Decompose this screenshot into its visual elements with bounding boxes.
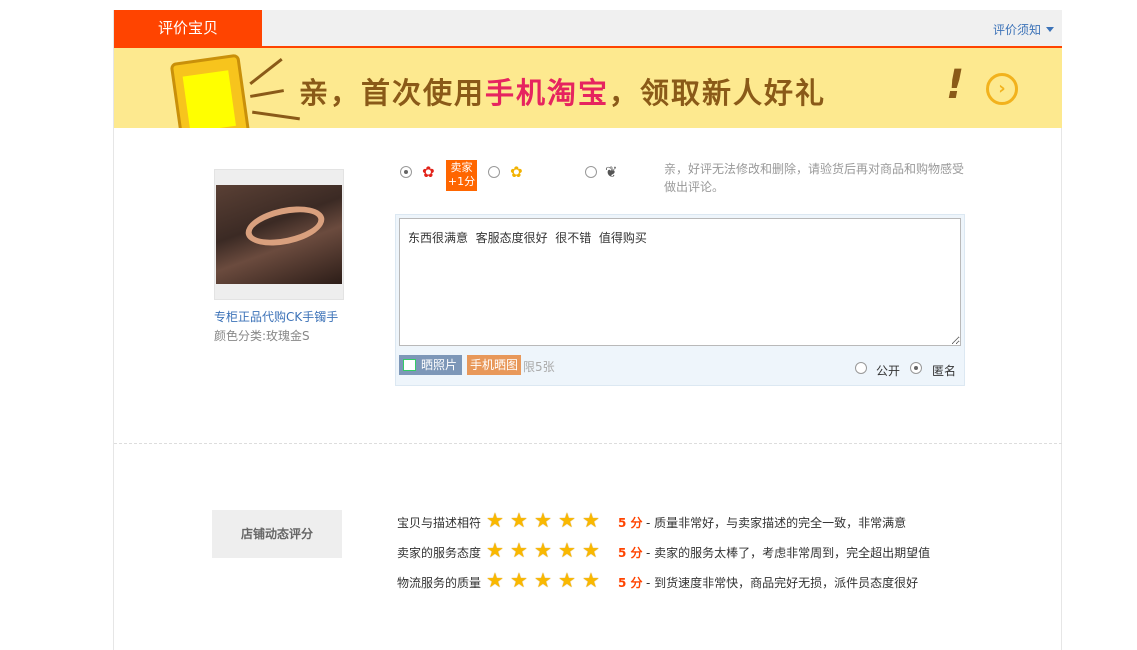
photo-limit: 限5张 [523,360,555,374]
promo-banner[interactable]: 亲，首次使用手机淘宝，领取新人好礼 ! › [114,48,1062,128]
public-radio[interactable] [855,362,867,374]
star-icon[interactable]: ★ [558,510,578,530]
banner-text: 亲，首次使用手机淘宝，领取新人好礼 [299,70,826,112]
chevron-down-icon [1046,27,1054,32]
star-icon[interactable]: ★ [486,570,506,590]
star-icon[interactable]: ★ [582,510,602,530]
dsr-score: 5 分 [618,516,643,530]
mobile-photo-button[interactable]: 手机晒图 [467,355,522,375]
ray-decoration [252,110,300,121]
section-divider [114,443,1062,444]
review-editor: 东西很满意 客服态度很好 很不错 值得购买 晒照片 手机晒图 限5张 公开 匿名 [395,214,965,386]
star-icon[interactable]: ★ [534,570,554,590]
dsr-score: 5 分 [618,546,643,560]
seller-plus-one-badge: 卖家 +1分 [446,160,477,191]
rating-neutral-radio[interactable] [488,166,500,178]
banner-text-after: ，领取新人好礼 [609,76,827,110]
product-name-link[interactable]: 专柜正品代购CK手镯手 [214,308,338,325]
neutral-flower-icon: ✿ [510,163,523,181]
review-tip: 亲，好评无法修改和删除，请验货后再对商品和购物感受做出评论。 [664,162,965,194]
dsr-description: - 质量非常好，与卖家描述的完全一致，非常满意 [646,516,907,530]
star-icon[interactable]: ★ [582,570,602,590]
star-icon[interactable]: ★ [534,510,554,530]
shop-rating-title: 店铺动态评分 [212,510,342,558]
star-icon[interactable]: ★ [510,510,530,530]
top-bar: 评价宝贝 评价须知 [114,10,1062,48]
dsr-score: 5 分 [618,576,643,590]
anonymous-radio[interactable] [910,362,922,374]
banner-exclaim: ! [946,62,965,108]
star-icon[interactable]: ★ [486,540,506,560]
star-icon[interactable]: ★ [534,540,554,560]
review-textarea[interactable]: 东西很满意 客服态度很好 很不错 值得购买 [399,218,961,346]
public-label: 公开 [876,364,901,378]
dsr-label: 宝贝与描述相符 [397,516,482,530]
ray-decoration [249,58,283,85]
rating-good-radio[interactable] [400,166,412,178]
dsr-label: 物流服务的质量 [397,576,482,590]
anonymous-label: 匿名 [932,364,957,378]
badge-line-2: +1分 [447,175,476,188]
tab-review-item[interactable]: 评价宝贝 [114,10,262,46]
upload-photo-button[interactable]: 晒照片 [399,355,463,375]
dsr-description: - 到货速度非常快，商品完好无损，派件员态度很好 [646,576,919,590]
banner-text-before: 亲，首次使用 [299,76,486,110]
star-icon[interactable]: ★ [510,570,530,590]
star-icon[interactable]: ★ [582,540,602,560]
badge-line-1: 卖家 [450,161,473,174]
dsr-description: - 卖家的服务太棒了，考虑非常周到，完全超出期望值 [646,546,931,560]
star-icon[interactable]: ★ [558,540,578,560]
banner-text-highlight: 手机淘宝 [485,76,610,110]
product-attribute: 颜色分类:玫瑰金S [214,329,310,343]
review-page: 评价宝贝 评价须知 亲，首次使用手机淘宝，领取新人好礼 ! › 专柜正品代购CK… [113,10,1062,650]
upload-photo-label: 晒照片 [421,358,458,372]
arrow-right-circle-icon[interactable]: › [986,73,1018,105]
star-icon[interactable]: ★ [486,510,506,530]
ray-decoration [249,89,285,98]
bad-flower-icon: ❦ [605,163,618,181]
product-image[interactable] [214,169,344,300]
star-icon[interactable]: ★ [558,570,578,590]
phone-icon [169,53,253,128]
rating-bad-radio[interactable] [585,166,597,178]
picture-icon [403,359,416,371]
review-guide-link[interactable]: 评价须知 [993,21,1054,38]
review-guide-label: 评价须知 [992,23,1041,37]
dsr-label: 卖家的服务态度 [397,546,482,560]
good-flower-icon: ✿ [422,163,435,181]
star-icon[interactable]: ★ [510,540,530,560]
